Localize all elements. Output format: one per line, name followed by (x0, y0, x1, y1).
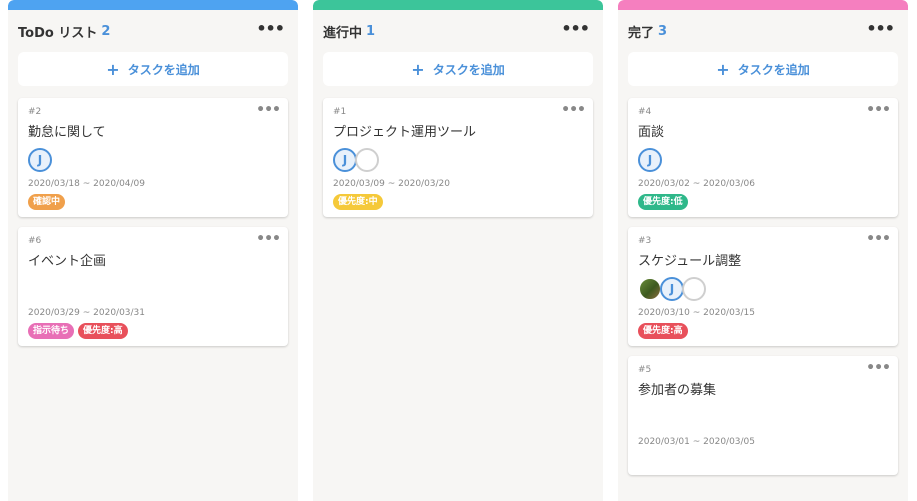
column-header: ToDo リスト 2 ••• (8, 10, 298, 52)
column-header: 進行中 1 ••• (313, 10, 603, 52)
add-task-label: タスクを追加 (127, 62, 200, 77)
avatar[interactable]: J (660, 277, 684, 301)
task-id: #2 (28, 107, 42, 117)
task-card[interactable]: ••• #3 スケジュール調整 J 2020/03/10 ~ 2020/03/15 優先度… (628, 227, 898, 346)
task-dates: 2020/03/18 ~ 2020/04/09 (28, 179, 146, 189)
task-dates: 2020/03/10 ~ 2020/03/15 (638, 308, 756, 318)
card-list: ••• #4 面談 J 2020/03/02 ~ 2020/03/06 優先度:低 ••• #… (618, 86, 908, 475)
status-badge: 指示待ち (28, 323, 75, 339)
card-more-icon[interactable]: ••• (866, 231, 891, 247)
status-badge: 優先度:高 (78, 323, 128, 339)
add-task-button[interactable]: + タスクを追加 (323, 52, 593, 86)
task-title: 参加者の募集 (638, 383, 717, 398)
column-count: 2 (101, 23, 111, 39)
task-title: 面談 (638, 125, 665, 140)
avatar[interactable]: J (333, 148, 357, 172)
plus-icon: + (411, 59, 425, 79)
kanban-board: ToDo リスト 2 ••• + タスクを追加 ••• #2 勤怠に関して J 2020/03/1… (0, 0, 917, 501)
task-card[interactable]: ••• #4 面談 J 2020/03/02 ~ 2020/03/06 優先度:低 (628, 98, 898, 217)
task-card[interactable]: ••• #5 参加者の募集 2020/03/01 ~ 2020/03/05 (628, 356, 898, 475)
task-id: #4 (638, 107, 652, 117)
column-title: 進行中 (323, 25, 363, 41)
task-title: 勤怠に関して (28, 125, 106, 140)
plus-icon: + (716, 59, 730, 79)
card-list: ••• #1 プロジェクト運用ツール J 2020/03/09 ~ 2020/03/20… (313, 86, 603, 217)
avatar[interactable] (638, 277, 662, 301)
task-labels: 優先度:高 (638, 323, 888, 340)
column-color-bar (313, 0, 603, 10)
avatar[interactable]: J (28, 148, 52, 172)
assignee-avatars: J (638, 147, 888, 173)
status-badge: 優先度:低 (638, 194, 688, 210)
column-count: 1 (366, 23, 376, 39)
card-more-icon[interactable]: ••• (866, 102, 891, 118)
column-more-icon[interactable]: ••• (256, 21, 285, 37)
card-more-icon[interactable]: ••• (561, 102, 586, 118)
task-card[interactable]: ••• #1 プロジェクト運用ツール J 2020/03/09 ~ 2020/03/20… (323, 98, 593, 217)
task-card[interactable]: ••• #6 イベント企画 2020/03/29 ~ 2020/03/31 指示待ち 優先… (18, 227, 288, 346)
avatar[interactable]: J (638, 148, 662, 172)
status-badge: 優先度:高 (638, 323, 688, 339)
avatar-spacer (638, 405, 888, 431)
assignee-avatars: J (28, 147, 278, 173)
task-labels: 優先度:低 (638, 194, 888, 211)
task-title: イベント企画 (28, 254, 107, 269)
plus-icon: + (106, 59, 120, 79)
column-title: 完了 (628, 25, 655, 41)
card-more-icon[interactable]: ••• (256, 102, 281, 118)
task-labels: 優先度:中 (333, 194, 583, 211)
column-more-icon[interactable]: ••• (561, 21, 590, 37)
add-task-label: タスクを追加 (737, 62, 810, 77)
status-badge: 優先度:中 (333, 194, 383, 210)
task-dates: 2020/03/02 ~ 2020/03/06 (638, 179, 756, 189)
task-id: #5 (638, 365, 652, 375)
task-dates: 2020/03/01 ~ 2020/03/05 (638, 437, 756, 447)
card-more-icon[interactable]: ••• (866, 360, 891, 376)
task-id: #1 (333, 107, 347, 117)
column-more-icon[interactable]: ••• (866, 21, 895, 37)
column-2: 進行中 1 ••• + タスクを追加 ••• #1 プロジェクト運用ツール J 2020/03/0… (313, 0, 603, 501)
task-title: プロジェクト運用ツール (333, 125, 477, 140)
task-card[interactable]: ••• #2 勤怠に関して J 2020/03/18 ~ 2020/04/09 確認中 (18, 98, 288, 217)
task-id: #6 (28, 236, 42, 246)
column-color-bar (8, 0, 298, 10)
avatar-spacer (28, 276, 278, 302)
task-dates: 2020/03/29 ~ 2020/03/31 (28, 308, 146, 318)
column-title: ToDo リスト (18, 25, 98, 41)
task-labels (638, 452, 888, 469)
task-id: #3 (638, 236, 652, 246)
column-1: ToDo リスト 2 ••• + タスクを追加 ••• #2 勤怠に関して J 2020/03/1… (8, 0, 298, 501)
add-task-button[interactable]: + タスクを追加 (18, 52, 288, 86)
column-color-bar (618, 0, 908, 10)
assignee-avatars: J (333, 147, 583, 173)
status-badge: 確認中 (28, 194, 66, 210)
column-header: 完了 3 ••• (618, 10, 908, 52)
task-dates: 2020/03/09 ~ 2020/03/20 (333, 179, 451, 189)
add-task-button[interactable]: + タスクを追加 (628, 52, 898, 86)
column-3: 完了 3 ••• + タスクを追加 ••• #4 面談 J 2020/03/02 ~ 2020/0… (618, 0, 908, 501)
avatar[interactable] (355, 148, 379, 172)
card-list: ••• #2 勤怠に関して J 2020/03/18 ~ 2020/04/09 確認中 ••… (8, 86, 298, 346)
avatar[interactable] (682, 277, 706, 301)
column-count: 3 (658, 23, 668, 39)
task-labels: 指示待ち 優先度:高 (28, 323, 278, 340)
task-title: スケジュール調整 (638, 254, 742, 269)
assignee-avatars: J (638, 276, 888, 302)
card-more-icon[interactable]: ••• (256, 231, 281, 247)
add-task-label: タスクを追加 (432, 62, 505, 77)
task-labels: 確認中 (28, 194, 278, 211)
